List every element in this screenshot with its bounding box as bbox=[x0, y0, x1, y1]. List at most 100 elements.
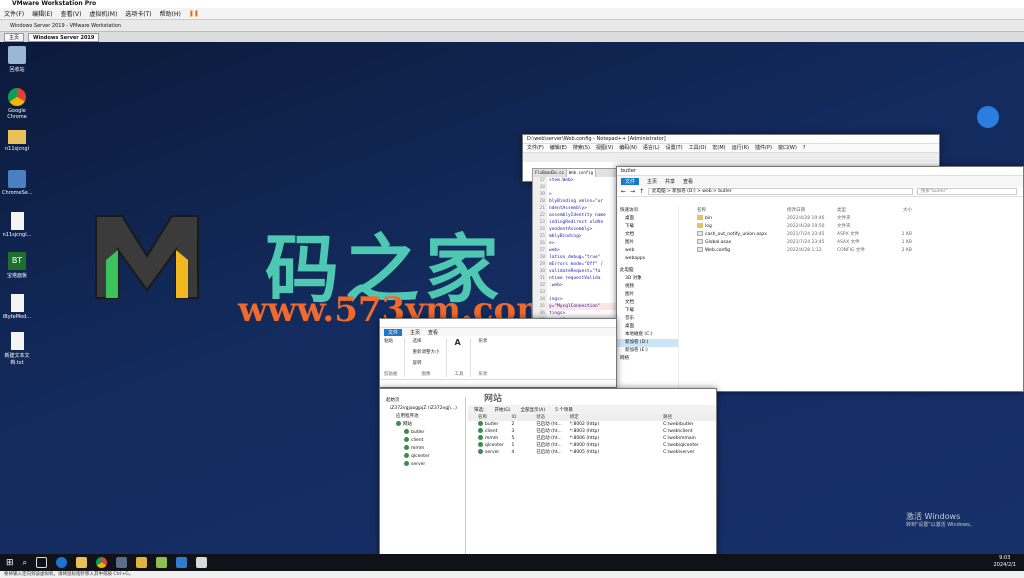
go-button[interactable]: 开始(G) bbox=[495, 407, 511, 413]
site-row[interactable]: mmm 5 已启动 (ht... *:8006 (http) C:\web\mmain bbox=[468, 435, 716, 442]
editor-tab-active[interactable]: Web.config bbox=[566, 169, 596, 177]
pause-icon[interactable]: ❚❚ bbox=[189, 10, 199, 17]
np-menu-item[interactable]: 语言(L) bbox=[643, 144, 660, 152]
notepad-toolbar[interactable] bbox=[523, 152, 939, 162]
menu-file[interactable]: 文件(F) bbox=[4, 9, 24, 18]
paint-tab-file[interactable]: 文件 bbox=[384, 328, 403, 336]
file-row[interactable]: log 2022/4/28 19:50 文件夹 bbox=[687, 223, 1023, 231]
code-line[interactable]: 29 mErrors mode="Off" / bbox=[533, 261, 617, 268]
code-line[interactable]: 30 validateRequest="fa bbox=[533, 268, 617, 275]
nav-item[interactable]: 快速访问 bbox=[617, 207, 678, 215]
nav-item[interactable]: 图片 bbox=[617, 239, 678, 247]
task-view-icon[interactable] bbox=[36, 557, 48, 568]
col-site-name[interactable]: 名称 bbox=[468, 414, 512, 421]
menu-vm[interactable]: 虚拟机(M) bbox=[89, 9, 117, 18]
col-date[interactable]: 修改日期 bbox=[787, 207, 837, 215]
edge-icon[interactable] bbox=[56, 557, 68, 568]
code-line[interactable]: 28 lation debug="true" bbox=[533, 254, 617, 261]
resize-button[interactable]: 重新调整大小 bbox=[413, 349, 440, 355]
tree-node[interactable]: client bbox=[380, 437, 465, 445]
text-tool-button[interactable]: A bbox=[455, 338, 464, 347]
tree-node[interactable]: 网站 bbox=[380, 421, 465, 429]
col-name[interactable]: 名称 bbox=[687, 207, 787, 215]
np-menu-item[interactable]: ? bbox=[803, 144, 806, 152]
desktop-icon-bt-panel[interactable]: BT 宝塔面板 bbox=[2, 252, 32, 279]
file-explorer-icon[interactable] bbox=[76, 557, 88, 568]
network-globe-icon[interactable] bbox=[977, 106, 999, 128]
code-line[interactable]: 26 e> bbox=[533, 240, 617, 247]
paste-button[interactable]: 粘贴 bbox=[384, 338, 398, 344]
explorer-window[interactable]: butler 文件 主页 共享 查看 ← → ↑ 此电脑 > 新加卷 (D:) … bbox=[616, 166, 1024, 392]
app-icon[interactable] bbox=[136, 557, 148, 568]
site-row[interactable]: qlcenter 1 已启动 (ht... *:8000 (http) C:\web\q… bbox=[468, 442, 716, 449]
col-size[interactable]: 大小 bbox=[882, 207, 912, 215]
paint-icon[interactable] bbox=[196, 557, 208, 568]
chrome-icon[interactable] bbox=[96, 557, 108, 568]
menu-tabs[interactable]: 选项卡(T) bbox=[125, 9, 151, 18]
nav-item[interactable]: 文档 bbox=[617, 299, 678, 307]
paint-window[interactable]: 文件 主页 查看 粘贴 剪贴板 选择 重新调整大小 旋转 图像 A 工具 形状 … bbox=[379, 318, 617, 388]
up-icon[interactable]: ↑ bbox=[639, 188, 644, 195]
file-row[interactable]: Global.asax 2021/7/24 23:45 ASAX 文件 1 KB bbox=[687, 239, 1023, 247]
menu-help[interactable]: 帮助(H) bbox=[160, 9, 181, 18]
np-menu-item[interactable]: 文件(F) bbox=[527, 144, 544, 152]
nav-item[interactable]: 音乐 bbox=[617, 315, 678, 323]
code-line[interactable]: 31 ntime requestValida bbox=[533, 275, 617, 282]
tree-node[interactable]: 起始页 bbox=[380, 397, 465, 405]
desktop-icon-recycle-bin[interactable]: 回收站 bbox=[2, 46, 32, 73]
col-site-id[interactable]: ID bbox=[512, 414, 537, 421]
np-menu-item[interactable]: 搜索(S) bbox=[573, 144, 590, 152]
search-icon[interactable]: ⌕ bbox=[23, 558, 27, 568]
shapes-button[interactable]: 形状 bbox=[479, 338, 488, 344]
file-row[interactable]: bin 2022/4/28 19:46 文件夹 bbox=[687, 215, 1023, 223]
server-manager-icon[interactable] bbox=[116, 557, 128, 568]
nav-item[interactable]: 下载 bbox=[617, 307, 678, 315]
start-icon[interactable]: ⊞ bbox=[6, 558, 14, 568]
nav-item[interactable]: web bbox=[617, 247, 678, 255]
iis-icon[interactable] bbox=[176, 557, 188, 568]
code-line[interactable]: 33 bbox=[533, 289, 617, 296]
code-editor[interactable]: FlsBoadIe.cs Web.config 17 stem.Web> 18 19 >… bbox=[532, 168, 618, 326]
code-line[interactable]: 18 bbox=[533, 184, 617, 191]
nav-item[interactable]: 此电脑 bbox=[617, 267, 678, 275]
desktop-icon-text-file[interactable]: 新建文本文档.txt bbox=[2, 332, 32, 366]
col-site-state[interactable]: 状态 bbox=[536, 414, 570, 421]
nav-item[interactable]: 3D 对象 bbox=[617, 275, 678, 283]
nav-item[interactable]: 下载 bbox=[617, 223, 678, 231]
paint-tab-view[interactable]: 查看 bbox=[428, 329, 438, 336]
paint-tab-home[interactable]: 主页 bbox=[410, 329, 420, 336]
tree-node[interactable]: butler bbox=[380, 429, 465, 437]
code-line[interactable]: 35 y="MysqlConnection" bbox=[533, 303, 617, 310]
nav-item[interactable]: 本地磁盘 (C:) bbox=[617, 331, 678, 339]
np-menu-item[interactable]: 编码(N) bbox=[619, 144, 637, 152]
code-line[interactable]: 27 web> bbox=[533, 247, 617, 254]
code-line[interactable]: 20 blyBinding xmlns="ur bbox=[533, 198, 617, 205]
code-line[interactable]: 21 ndentAssembly> bbox=[533, 205, 617, 212]
np-menu-item[interactable]: 编辑(E) bbox=[550, 144, 567, 152]
ribbon-tab-home[interactable]: 主页 bbox=[647, 178, 657, 185]
select-button[interactable]: 选择 bbox=[413, 338, 440, 344]
code-line[interactable]: 22 assemblyIdentity name bbox=[533, 212, 617, 219]
desktop-icon-folder[interactable]: n11sjcngl bbox=[2, 130, 32, 152]
ribbon-tab-file[interactable]: 文件 bbox=[621, 178, 640, 185]
np-menu-item[interactable]: 插件(P) bbox=[755, 144, 772, 152]
editor-tab[interactable]: FlsBoadIe.cs bbox=[533, 169, 567, 177]
tab-home[interactable]: 主页 bbox=[4, 32, 25, 42]
desktop-icon-chrome[interactable]: Google Chrome bbox=[2, 88, 32, 120]
show-all-button[interactable]: 全部显示(A) bbox=[521, 407, 546, 413]
tree-node[interactable]: 应用程序池 bbox=[380, 413, 465, 421]
system-clock[interactable]: 9:03 2024/2/1 bbox=[994, 555, 1016, 569]
nav-item[interactable]: 文档 bbox=[617, 231, 678, 239]
ribbon-tab-share[interactable]: 共享 bbox=[665, 178, 675, 185]
desktop-icon-chromesetup[interactable]: ChromeSe... bbox=[2, 170, 33, 196]
code-line[interactable]: 25 mblyBinding> bbox=[533, 233, 617, 240]
site-row[interactable]: butler 2 已启动 (ht... *:8002 (http) C:\web\but… bbox=[468, 421, 716, 428]
address-bar[interactable]: 此电脑 > 新加卷 (D:) > web > butler bbox=[648, 188, 913, 195]
code-line[interactable]: 34 ings> bbox=[533, 296, 617, 303]
site-row[interactable]: server 4 已启动 (ht... *:8005 (http) C:\web\ser… bbox=[468, 449, 716, 456]
rotate-button[interactable]: 旋转 bbox=[413, 360, 440, 366]
nav-item[interactable]: 网络 bbox=[617, 355, 678, 363]
forward-icon[interactable]: → bbox=[630, 188, 635, 195]
file-row[interactable]: Web.config 2022/4/28 1:12 CONFIG 文件 2 KB bbox=[687, 247, 1023, 255]
file-row[interactable]: cash_out_notify_union.aspx 2021/7/24 23:4… bbox=[687, 231, 1023, 239]
